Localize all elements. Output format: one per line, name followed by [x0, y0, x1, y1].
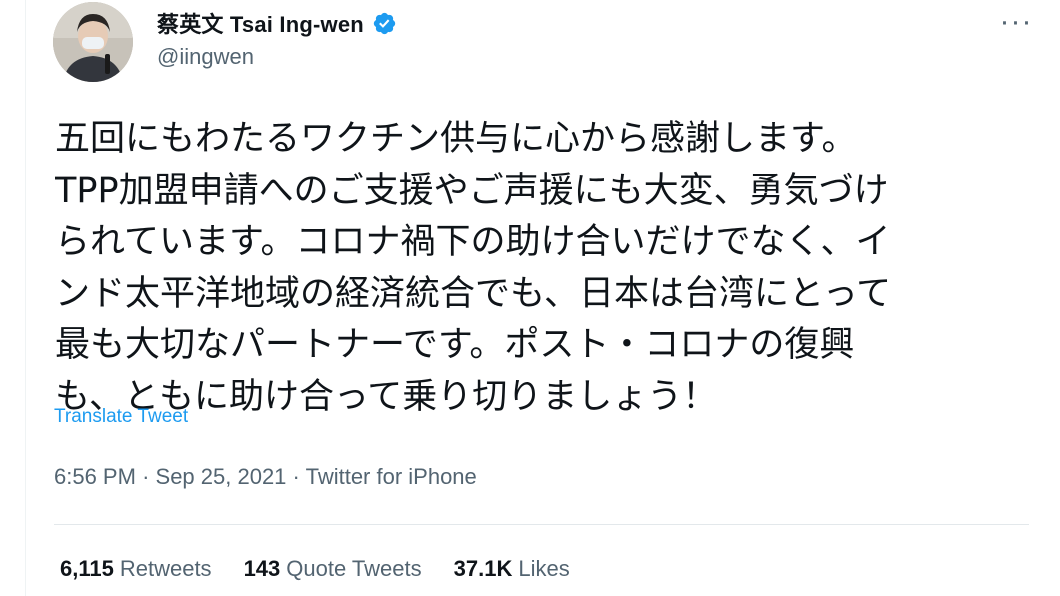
tweet-text-line: 五回にもわたるワクチン供与に心から感謝します。 — [55, 119, 857, 159]
tweet-text-line: ンド太平洋地域の経済統合でも、日本は台湾にとって — [55, 273, 892, 314]
more-options-icon[interactable]: ··· — [996, 2, 1036, 42]
quote-tweets-count: 143 — [243, 556, 281, 581]
profile-photo-icon — [53, 2, 133, 82]
quote-tweets-label: Quote Tweets — [286, 556, 422, 581]
translate-tweet-link[interactable]: Translate Tweet — [54, 406, 188, 428]
meta-separator: · — [292, 464, 306, 489]
likes-count: 37.1K — [453, 556, 513, 581]
tweet-text-line: も、ともに助け合って乗り切りましょう！ — [55, 376, 718, 417]
divider — [54, 524, 1029, 525]
tweet-time[interactable]: 6:56 PM — [54, 464, 136, 489]
likes-label: Likes — [518, 556, 570, 581]
retweets-count: 6,115 — [60, 556, 114, 581]
likes-stat[interactable]: 37.1K Likes — [454, 556, 570, 582]
tweet-text-line: られています。コロナ禍下の助け合いだけでなく、イ — [55, 222, 891, 262]
retweets-label: Retweets — [119, 556, 212, 581]
quote-tweets-stat[interactable]: 143 Quote Tweets — [244, 556, 422, 582]
author-name-row[interactable]: 蔡英文 Tsai Ing-wen — [157, 6, 397, 40]
tweet-text-line: 最も大切なパートナーです。ポスト・コロナの復興 — [55, 325, 855, 365]
verified-badge-icon — [372, 11, 397, 36]
retweets-stat[interactable]: 6,115 Retweets — [60, 556, 212, 582]
tweet-text-line: TPP加盟申請へのご支援やご声援にも大変、勇気づけ — [55, 170, 889, 211]
tweet-date[interactable]: Sep 25, 2021 — [156, 464, 287, 489]
tweet-source[interactable]: Twitter for iPhone — [306, 464, 477, 489]
meta-separator: · — [142, 464, 156, 489]
author-display-name[interactable]: 蔡英文 Tsai Ing-wen — [157, 7, 364, 39]
tweet-meta: 6:56 PM · Sep 25, 2021 · Twitter for iPh… — [54, 464, 477, 490]
tweet-stats: 6,115 Retweets 143 Quote Tweets 37.1K Li… — [60, 556, 570, 582]
avatar[interactable] — [53, 2, 133, 82]
tweet-text: 五回にもわたるワクチン供与に心から感謝します。 TPP加盟申請へのご支援やご声援… — [55, 114, 1045, 423]
author-handle[interactable]: @iingwen — [157, 44, 254, 70]
